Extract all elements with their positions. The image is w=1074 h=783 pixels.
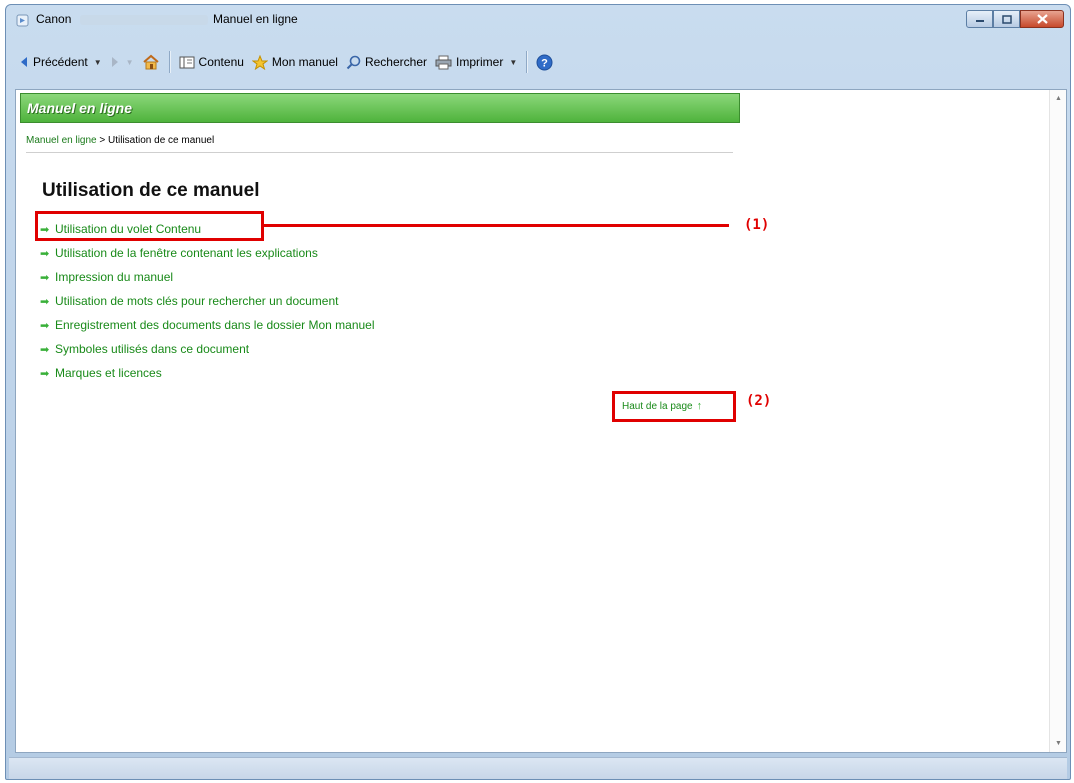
my-manual-button[interactable]: Mon manuel	[248, 50, 342, 74]
green-arrow-icon: ➡	[40, 295, 50, 308]
chevron-down-icon[interactable]: ▼	[94, 58, 102, 67]
breadcrumb: Manuel en ligne > Utilisation de ce manu…	[26, 135, 214, 146]
topic-link-label: Utilisation de mots clés pour rechercher…	[55, 294, 339, 308]
status-bar	[9, 757, 1067, 779]
home-button[interactable]	[138, 50, 164, 74]
chevron-down-icon[interactable]: ▼	[126, 58, 134, 67]
annotation-box-1	[35, 211, 264, 241]
manual-header-bar: Manuel en ligne	[20, 93, 740, 123]
minimize-button[interactable]	[966, 10, 993, 28]
topic-link-label: Symboles utilisés dans ce document	[55, 342, 250, 356]
star-icon	[251, 54, 268, 70]
redacted-title-segment	[80, 15, 208, 25]
topic-link-symbols[interactable]: ➡ Symboles utilisés dans ce document	[40, 337, 375, 361]
topic-link-label: Utilisation de la fenêtre contenant les …	[55, 246, 318, 260]
scroll-up-icon[interactable]: ▲	[1050, 90, 1067, 107]
search-icon	[346, 55, 361, 69]
minimize-icon	[975, 20, 984, 22]
topic-link-keyword-search[interactable]: ➡ Utilisation de mots clés pour recherch…	[40, 289, 375, 313]
print-button[interactable]: Imprimer ▼	[431, 50, 521, 74]
back-arrow-icon	[21, 57, 27, 67]
topic-link-trademarks[interactable]: ➡ Marques et licences	[40, 361, 375, 385]
annotation-leader-line	[264, 224, 729, 227]
search-button[interactable]: Rechercher	[342, 50, 431, 74]
window-title-brand: Canon	[36, 12, 72, 26]
app-icon	[16, 14, 29, 27]
contents-label: Contenu	[198, 55, 244, 69]
vertical-scrollbar[interactable]: ▲ ▼	[1049, 90, 1066, 752]
window-title: Manuel en ligne	[213, 12, 298, 26]
close-icon	[1036, 14, 1048, 24]
green-arrow-icon: ➡	[40, 319, 50, 332]
green-arrow-icon: ➡	[40, 247, 50, 260]
my-manual-label: Mon manuel	[271, 55, 338, 69]
breadcrumb-link-home[interactable]: Manuel en ligne	[26, 135, 97, 146]
contents-button[interactable]: Contenu	[175, 50, 248, 74]
help-icon: ?	[536, 54, 553, 70]
topic-link-label: Enregistrement des documents dans le dos…	[55, 318, 375, 332]
chevron-down-icon[interactable]: ▼	[509, 58, 517, 67]
printer-icon	[435, 55, 452, 69]
search-label: Rechercher	[364, 55, 427, 69]
breadcrumb-current: Utilisation de ce manuel	[108, 135, 215, 146]
toolbar-separator	[526, 51, 528, 73]
toolbar: Précédent ▼ ▼ Contenu Mon manuel Recherc…	[9, 45, 1067, 79]
topic-link-list: ➡ Utilisation du volet Contenu ➡ Utilisa…	[40, 217, 375, 385]
toolbar-separator	[168, 51, 170, 73]
forward-button[interactable]: ▼	[106, 50, 138, 74]
scroll-down-icon[interactable]: ▼	[1050, 735, 1067, 752]
home-icon	[142, 54, 159, 70]
book-icon	[179, 56, 195, 69]
green-arrow-icon: ➡	[40, 271, 50, 284]
breadcrumb-divider	[26, 152, 733, 153]
topic-link-printing[interactable]: ➡ Impression du manuel	[40, 265, 375, 289]
green-arrow-icon: ➡	[40, 367, 50, 380]
green-arrow-icon: ➡	[40, 343, 50, 356]
maximize-button[interactable]	[993, 10, 1020, 28]
help-button[interactable]: ?	[532, 50, 557, 74]
annotation-box-2	[612, 391, 736, 422]
topic-link-explanation-window[interactable]: ➡ Utilisation de la fenêtre contenant le…	[40, 241, 375, 265]
annotation-label-2: (2)	[746, 393, 772, 409]
caption-buttons	[966, 10, 1064, 28]
annotation-label-1: (1)	[744, 217, 770, 233]
title-bar[interactable]: Canon Manuel en ligne	[6, 5, 1070, 35]
header-title: Manuel en ligne	[27, 100, 133, 116]
print-label: Imprimer	[456, 55, 504, 69]
breadcrumb-separator: >	[96, 135, 109, 146]
maximize-icon	[1001, 14, 1012, 24]
svg-text:?: ?	[541, 57, 548, 69]
app-window: Canon Manuel en ligne Précédent ▼ ▼ Cont…	[5, 4, 1071, 780]
topic-link-label: Impression du manuel	[55, 270, 174, 284]
forward-arrow-icon	[111, 57, 118, 67]
back-label: Précédent	[33, 55, 88, 69]
content-pane: Manuel en ligne Manuel en ligne > Utilis…	[15, 89, 1067, 753]
back-button[interactable]: Précédent ▼	[15, 50, 106, 74]
close-button[interactable]	[1020, 10, 1064, 28]
topic-link-my-manual[interactable]: ➡ Enregistrement des documents dans le d…	[40, 313, 375, 337]
page-title: Utilisation de ce manuel	[42, 180, 260, 201]
topic-link-label: Marques et licences	[55, 366, 162, 380]
